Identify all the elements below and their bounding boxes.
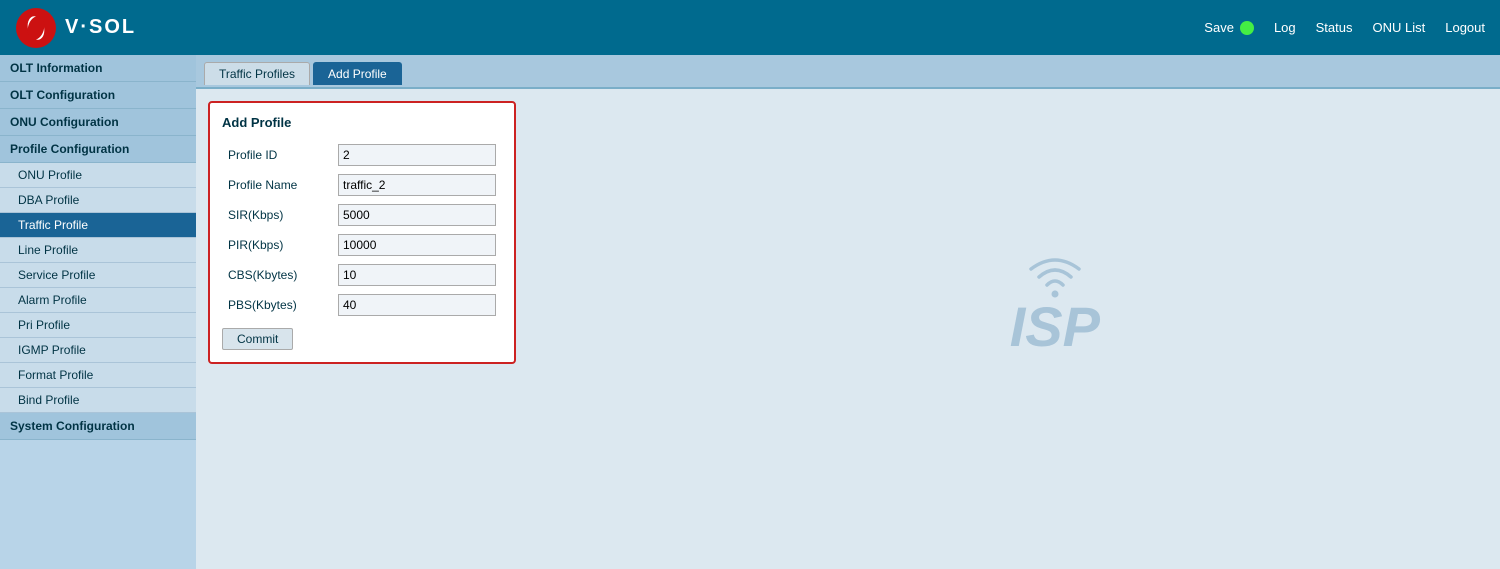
header-right: Save Log Status ONU List Logout bbox=[1204, 20, 1485, 35]
sidebar-section-profile-config: Profile Configuration bbox=[0, 136, 196, 163]
input-profile-id[interactable] bbox=[338, 144, 496, 166]
status-indicator bbox=[1240, 21, 1254, 35]
sidebar-item-service-profile[interactable]: Service Profile bbox=[0, 263, 196, 288]
field-label-profile-id: Profile ID bbox=[222, 140, 332, 170]
form-table: Profile ID Profile Name SIR(Kbps) PIR(Kb… bbox=[222, 140, 502, 320]
sidebar-item-alarm-profile[interactable]: Alarm Profile bbox=[0, 288, 196, 313]
table-row: PIR(Kbps) bbox=[222, 230, 502, 260]
tab-add-profile[interactable]: Add Profile bbox=[313, 62, 402, 85]
sidebar-section-olt-config[interactable]: OLT Configuration bbox=[0, 82, 196, 109]
nav-status[interactable]: Status bbox=[1316, 20, 1353, 35]
sidebar-item-line-profile[interactable]: Line Profile bbox=[0, 238, 196, 263]
input-profile-name[interactable] bbox=[338, 174, 496, 196]
header: V·SOL Save Log Status ONU List Logout bbox=[0, 0, 1500, 55]
input-pbs[interactable] bbox=[338, 294, 496, 316]
tab-traffic-profiles[interactable]: Traffic Profiles bbox=[204, 62, 310, 85]
input-sir[interactable] bbox=[338, 204, 496, 226]
tab-bar: Traffic Profiles Add Profile bbox=[196, 55, 1500, 89]
save-area: Save bbox=[1204, 20, 1254, 35]
input-cbs[interactable] bbox=[338, 264, 496, 286]
sidebar-section-onu-config[interactable]: ONU Configuration bbox=[0, 109, 196, 136]
sidebar-item-format-profile[interactable]: Format Profile bbox=[0, 363, 196, 388]
field-label-profile-name: Profile Name bbox=[222, 170, 332, 200]
table-row: PBS(Kbytes) bbox=[222, 290, 502, 320]
save-label[interactable]: Save bbox=[1204, 20, 1234, 35]
table-row: Profile Name bbox=[222, 170, 502, 200]
field-label-pbs: PBS(Kbytes) bbox=[222, 290, 332, 320]
sidebar-item-onu-profile[interactable]: ONU Profile bbox=[0, 163, 196, 188]
sidebar-section-olt-info[interactable]: OLT Information bbox=[0, 55, 196, 82]
main-layout: OLT Information OLT Configuration ONU Co… bbox=[0, 55, 1500, 569]
field-label-cbs: CBS(Kbytes) bbox=[222, 260, 332, 290]
sidebar-item-traffic-profile[interactable]: Traffic Profile bbox=[0, 213, 196, 238]
sidebar-item-dba-profile[interactable]: DBA Profile bbox=[0, 188, 196, 213]
wifi-icon bbox=[1025, 255, 1085, 299]
sidebar-item-pri-profile[interactable]: Pri Profile bbox=[0, 313, 196, 338]
table-row: CBS(Kbytes) bbox=[222, 260, 502, 290]
field-label-sir: SIR(Kbps) bbox=[222, 200, 332, 230]
logo-text: V·SOL bbox=[65, 16, 136, 39]
field-label-pir: PIR(Kbps) bbox=[222, 230, 332, 260]
input-pir[interactable] bbox=[338, 234, 496, 256]
nav-onu-list[interactable]: ONU List bbox=[1373, 20, 1426, 35]
table-row: SIR(Kbps) bbox=[222, 200, 502, 230]
table-row: Profile ID bbox=[222, 140, 502, 170]
nav-logout[interactable]: Logout bbox=[1445, 20, 1485, 35]
isp-text: ISP bbox=[1010, 299, 1100, 355]
vsol-logo-icon bbox=[15, 7, 57, 49]
logo-area: V·SOL bbox=[15, 7, 136, 49]
add-profile-panel: Add Profile Profile ID Profile Name SIR(… bbox=[208, 101, 516, 364]
sidebar: OLT Information OLT Configuration ONU Co… bbox=[0, 55, 196, 569]
sidebar-item-bind-profile[interactable]: Bind Profile bbox=[0, 388, 196, 413]
commit-button[interactable]: Commit bbox=[222, 328, 293, 350]
content-area: Traffic Profiles Add Profile Add Profile… bbox=[196, 55, 1500, 569]
isp-watermark: ISP bbox=[1010, 255, 1100, 355]
sidebar-item-igmp-profile[interactable]: IGMP Profile bbox=[0, 338, 196, 363]
sidebar-section-system-config[interactable]: System Configuration bbox=[0, 413, 196, 440]
form-panel-title: Add Profile bbox=[222, 115, 502, 130]
nav-log[interactable]: Log bbox=[1274, 20, 1296, 35]
form-panel-wrapper: Add Profile Profile ID Profile Name SIR(… bbox=[196, 89, 1500, 376]
